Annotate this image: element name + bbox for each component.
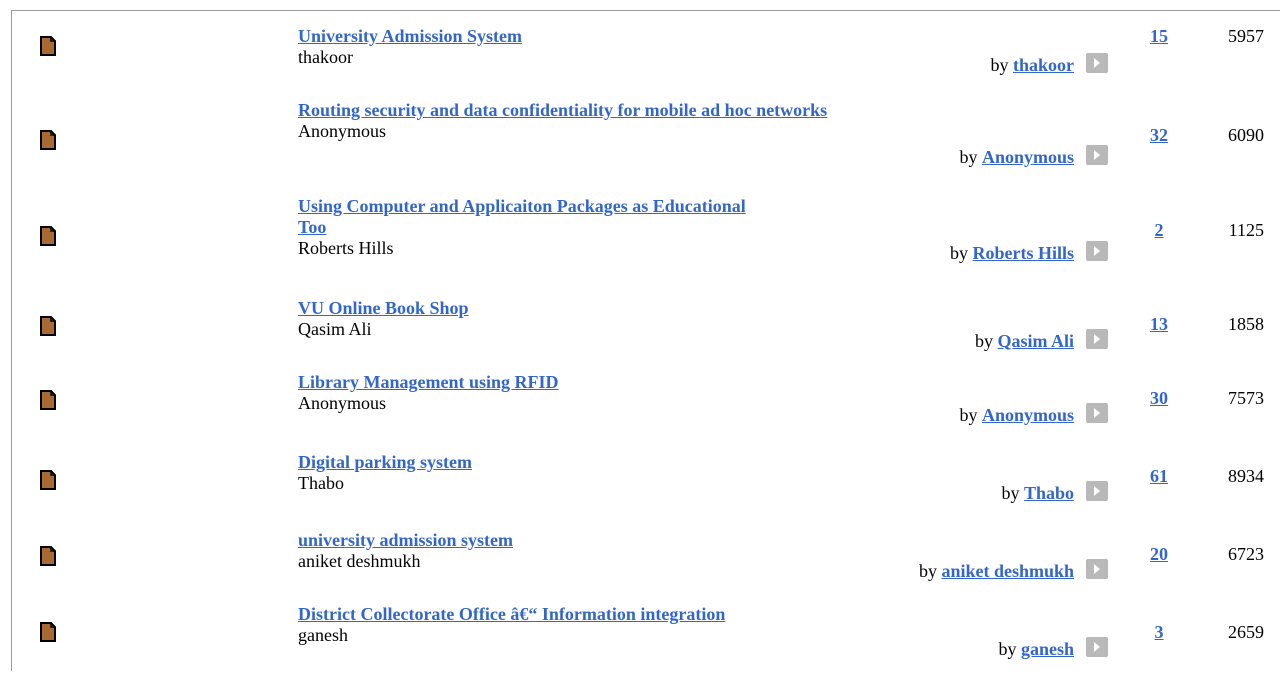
view-count: 7573 [1228, 388, 1264, 408]
topic-author: Roberts Hills [298, 238, 394, 258]
topic-byline: by ganesh [998, 638, 1074, 660]
reply-count-link[interactable]: 61 [1150, 466, 1168, 486]
reply-count-link[interactable]: 2 [1155, 220, 1164, 240]
topic-byline: by Qasim Ali [975, 330, 1074, 352]
reply-count-link[interactable]: 15 [1150, 26, 1168, 46]
topic-author: Anonymous [298, 121, 387, 141]
document-icon [40, 390, 56, 410]
view-count: 6723 [1228, 544, 1264, 564]
arrow-right-icon[interactable] [1086, 481, 1108, 501]
poster-link[interactable]: Roberts Hills [973, 243, 1075, 263]
by-label: by [1001, 483, 1020, 503]
reply-count: 3 [1129, 622, 1189, 643]
topic-title-block: District Collectorate Office â€“ Informa… [298, 604, 868, 646]
topic-row: Digital parking system Thabo by Thabo 61… [0, 452, 1280, 528]
topic-title-link[interactable]: Using Computer and Applicaiton Packages … [298, 196, 778, 238]
document-icon [40, 316, 56, 336]
view-count: 2659 [1228, 622, 1264, 642]
by-label: by [918, 561, 937, 581]
topic-title-link[interactable]: Routing security and data confidentialit… [298, 100, 838, 121]
topic-title-link[interactable]: university admission system [298, 530, 858, 551]
reply-count-link[interactable]: 13 [1150, 314, 1168, 334]
topic-byline: by Anonymous [959, 404, 1074, 426]
arrow-right-icon[interactable] [1086, 145, 1108, 165]
document-icon [40, 546, 56, 566]
topic-title-block: Library Management using RFID Anonymous [298, 372, 858, 414]
reply-count-link[interactable]: 20 [1150, 544, 1168, 564]
arrow-right-icon[interactable] [1086, 241, 1108, 261]
topic-row: university admission system aniket deshm… [0, 530, 1280, 606]
reply-count: 13 [1129, 314, 1189, 335]
topic-author: thakoor [298, 47, 353, 67]
poster-link[interactable]: Anonymous [982, 405, 1074, 425]
arrow-right-icon[interactable] [1086, 559, 1108, 579]
document-icon [40, 130, 56, 150]
topic-title-block: university admission system aniket deshm… [298, 530, 858, 572]
topic-title-link[interactable]: Library Management using RFID [298, 372, 858, 393]
by-label: by [990, 55, 1009, 75]
topic-author: Thabo [298, 473, 344, 493]
topic-author: ganesh [298, 625, 348, 645]
topic-row: District Collectorate Office â€“ Informa… [0, 604, 1280, 680]
topic-row: VU Online Book Shop Qasim Ali by Qasim A… [0, 298, 1280, 374]
poster-link[interactable]: ganesh [1021, 639, 1074, 659]
topic-title-link[interactable]: Digital parking system [298, 452, 858, 473]
by-label: by [974, 331, 993, 351]
reply-count: 30 [1129, 388, 1189, 409]
reply-count: 61 [1129, 466, 1189, 487]
document-icon [40, 226, 56, 246]
topic-row: Using Computer and Applicaiton Packages … [0, 196, 1280, 272]
topic-row: Routing security and data confidentialit… [0, 100, 1280, 176]
document-icon [40, 36, 56, 56]
topic-byline: by Anonymous [959, 146, 1074, 168]
topic-title-block: VU Online Book Shop Qasim Ali [298, 298, 858, 340]
topic-title-link[interactable]: VU Online Book Shop [298, 298, 858, 319]
arrow-right-icon[interactable] [1086, 329, 1108, 349]
by-label: by [998, 639, 1017, 659]
topic-title-block: Routing security and data confidentialit… [298, 100, 838, 142]
document-icon [40, 622, 56, 642]
reply-count-link[interactable]: 3 [1155, 622, 1164, 642]
topic-title-block: Using Computer and Applicaiton Packages … [298, 196, 778, 259]
reply-count: 15 [1129, 26, 1189, 47]
by-label: by [959, 147, 978, 167]
view-count: 6090 [1228, 125, 1264, 145]
topic-byline: by Thabo [1001, 482, 1074, 504]
reply-count-link[interactable]: 32 [1150, 125, 1168, 145]
view-count: 1858 [1228, 314, 1264, 334]
topic-author: Anonymous [298, 393, 387, 413]
by-label: by [950, 243, 968, 263]
arrow-right-icon[interactable] [1086, 53, 1108, 73]
document-icon [40, 470, 56, 490]
topic-row: Library Management using RFID Anonymous … [0, 372, 1280, 448]
view-count: 5957 [1228, 26, 1264, 46]
topic-author: Qasim Ali [298, 319, 372, 339]
topic-title-block: Digital parking system Thabo [298, 452, 858, 494]
poster-link[interactable]: Thabo [1024, 483, 1074, 503]
reply-count: 2 [1129, 220, 1189, 241]
topic-title-link[interactable]: University Admission System [298, 26, 858, 47]
reply-count: 20 [1129, 544, 1189, 565]
arrow-right-icon[interactable] [1086, 403, 1108, 423]
topic-title-link[interactable]: District Collectorate Office â€“ Informa… [298, 604, 868, 625]
poster-link[interactable]: thakoor [1013, 55, 1074, 75]
poster-link[interactable]: Anonymous [982, 147, 1074, 167]
topic-byline: by thakoor [990, 54, 1074, 76]
topic-title-block: University Admission System thakoor [298, 26, 858, 68]
topic-author: aniket deshmukh [298, 551, 421, 571]
topic-byline: by Roberts Hills [950, 242, 1074, 264]
topic-byline: by aniket deshmukh [919, 560, 1074, 582]
view-count: 8934 [1228, 466, 1264, 486]
arrow-right-icon[interactable] [1086, 637, 1108, 657]
by-label: by [959, 405, 978, 425]
poster-link[interactable]: aniket deshmukh [941, 561, 1074, 581]
topic-row: University Admission System thakoor by t… [0, 26, 1280, 102]
view-count: 1125 [1228, 220, 1264, 240]
reply-count-link[interactable]: 30 [1150, 388, 1168, 408]
poster-link[interactable]: Qasim Ali [997, 331, 1074, 351]
reply-count: 32 [1129, 125, 1189, 146]
